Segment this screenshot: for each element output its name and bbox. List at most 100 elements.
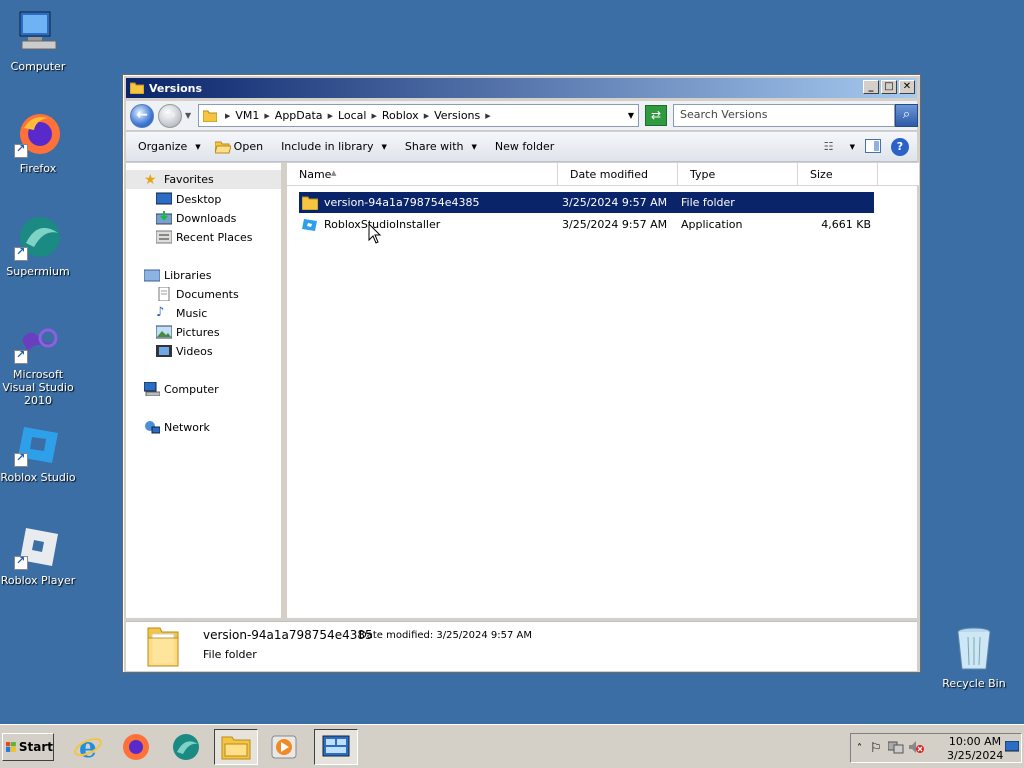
- start-button[interactable]: Start: [2, 733, 54, 761]
- nav-documents-label: Documents: [176, 287, 239, 301]
- computer-icon: [144, 382, 160, 396]
- help-icon[interactable]: ?: [891, 138, 909, 156]
- title-bar[interactable]: Versions _ □ ✕: [126, 78, 917, 98]
- taskbar-media-player[interactable]: [262, 729, 306, 765]
- network-icon[interactable]: [887, 740, 904, 757]
- desktop-icon-computer[interactable]: Computer: [0, 8, 78, 73]
- supermium-icon: [173, 734, 199, 760]
- file-row[interactable]: version-94a1a798754e4385 3/25/2024 9:57 …: [299, 192, 874, 213]
- column-header-name[interactable]: Name ▲: [287, 163, 558, 186]
- search-icon[interactable]: ⌕: [895, 104, 918, 127]
- organize-button[interactable]: Organize ▼: [138, 140, 201, 153]
- explorer-window: Versions _ □ ✕ ← → ▼ ▶ VM1 ▶ AppData ▶ L…: [122, 74, 921, 673]
- downloads-icon: [156, 211, 172, 225]
- chevron-right-icon[interactable]: ▶: [424, 112, 429, 120]
- address-bar[interactable]: ▶ VM1 ▶ AppData ▶ Local ▶ Roblox ▶ Versi…: [198, 104, 639, 127]
- chevron-right-icon[interactable]: ▶: [225, 112, 230, 120]
- show-hidden-icons-icon[interactable]: ˄: [857, 743, 862, 754]
- change-view-icon[interactable]: ☷: [824, 141, 840, 153]
- details-file-type: File folder: [203, 648, 257, 661]
- chevron-down-icon: ▼: [471, 142, 477, 151]
- nav-libraries[interactable]: Libraries: [144, 268, 212, 282]
- svg-text:e: e: [79, 732, 97, 762]
- taskbar-firefox[interactable]: [114, 729, 158, 765]
- breadcrumb-local[interactable]: Local: [338, 109, 367, 122]
- action-center-flag-icon[interactable]: ⚐: [870, 741, 882, 756]
- folder-icon: [203, 110, 217, 122]
- nav-network-label: Network: [164, 420, 210, 434]
- maximize-button[interactable]: □: [881, 80, 897, 94]
- nav-computer[interactable]: Computer: [144, 382, 219, 396]
- videos-icon: [156, 345, 172, 357]
- breadcrumb-roblox[interactable]: Roblox: [382, 109, 419, 122]
- nav-desktop[interactable]: Desktop: [156, 192, 221, 206]
- shortcut-arrow-icon: [14, 142, 28, 158]
- chevron-right-icon[interactable]: ▶: [264, 112, 269, 120]
- clock[interactable]: 10:00 AM 3/25/2024: [947, 735, 1003, 763]
- open-button[interactable]: Open: [214, 140, 263, 154]
- desktop-icon-label: Recycle Bin: [942, 677, 1006, 690]
- back-button[interactable]: ←: [130, 104, 154, 128]
- nav-downloads[interactable]: Downloads: [156, 211, 236, 225]
- chevron-down-icon[interactable]: ▼: [850, 143, 855, 151]
- file-name: RobloxStudioInstaller: [324, 218, 441, 231]
- address-history-dropdown[interactable]: ▼: [628, 111, 634, 120]
- taskbar-supermium[interactable]: [164, 729, 208, 765]
- chevron-right-icon[interactable]: ▶: [328, 112, 333, 120]
- new-folder-button[interactable]: New folder: [495, 140, 554, 153]
- desktop-icon-visual-studio[interactable]: Microsoft Visual Studio 2010: [0, 316, 78, 407]
- nav-pictures[interactable]: Pictures: [156, 325, 220, 339]
- taskbar-explorer[interactable]: [214, 729, 258, 765]
- desktop-icon-supermium[interactable]: Supermium: [0, 213, 78, 278]
- nav-favorites[interactable]: ★ Favorites: [126, 170, 281, 189]
- nav-network[interactable]: Network: [144, 420, 210, 434]
- volume-muted-icon[interactable]: [908, 740, 924, 757]
- window-title: Versions: [149, 81, 203, 95]
- details-pane: version-94a1a798754e4385 Date modified: …: [126, 621, 917, 671]
- close-button[interactable]: ✕: [899, 80, 915, 94]
- desktop-icon-roblox-studio[interactable]: Roblox Studio: [0, 419, 78, 484]
- firefox-icon: [123, 734, 149, 760]
- desktop-icon-roblox-player[interactable]: Roblox Player: [0, 522, 78, 587]
- breadcrumb-appdata[interactable]: AppData: [275, 109, 323, 122]
- nav-videos[interactable]: Videos: [156, 344, 213, 358]
- nav-music-label: Music: [176, 306, 208, 320]
- file-size: 4,661 KB: [821, 218, 871, 231]
- share-with-button[interactable]: Share with ▼: [405, 140, 477, 153]
- nav-recent-places[interactable]: Recent Places: [156, 230, 253, 244]
- folder-icon: [147, 627, 179, 667]
- desktop-icon-recycle-bin[interactable]: Recycle Bin: [934, 625, 1014, 690]
- shortcut-arrow-icon: [14, 451, 28, 467]
- music-icon: ♪: [156, 305, 165, 320]
- recycle-bin-icon: [950, 625, 998, 673]
- network-icon: [145, 421, 160, 434]
- column-headers: Name ▲ Date modified Type Size: [287, 163, 919, 186]
- minimize-button[interactable]: _: [863, 80, 879, 94]
- taskbar-internet-explorer[interactable]: e: [66, 729, 110, 765]
- pictures-icon: [156, 325, 172, 339]
- desktop-icon-label: Computer: [10, 60, 66, 73]
- refresh-button[interactable]: ⇄: [645, 105, 667, 126]
- column-header-type[interactable]: Type: [678, 163, 798, 186]
- preview-pane-icon[interactable]: [865, 138, 881, 156]
- column-header-date-modified[interactable]: Date modified: [558, 163, 678, 186]
- recent-pages-dropdown[interactable]: ▼: [185, 111, 191, 120]
- desktop-icon-firefox[interactable]: Firefox: [0, 110, 78, 175]
- desktop-icon: [156, 192, 172, 205]
- breadcrumb-versions[interactable]: Versions: [434, 109, 480, 122]
- nav-music[interactable]: ♪ Music: [156, 306, 207, 320]
- internet-explorer-icon: e: [74, 732, 102, 762]
- nav-documents[interactable]: Documents: [156, 287, 239, 301]
- chevron-down-icon: ▼: [195, 142, 201, 151]
- file-row[interactable]: RobloxStudioInstaller 3/25/2024 9:57 AM …: [299, 214, 874, 235]
- search-input[interactable]: Search Versions: [673, 104, 895, 127]
- show-desktop-icon[interactable]: [1004, 740, 1020, 756]
- server-manager-icon: [322, 735, 350, 757]
- forward-button[interactable]: →: [158, 104, 182, 128]
- chevron-right-icon[interactable]: ▶: [485, 112, 490, 120]
- chevron-right-icon[interactable]: ▶: [371, 112, 376, 120]
- include-in-library-button[interactable]: Include in library ▼: [281, 140, 387, 153]
- taskbar-server-manager[interactable]: [314, 729, 358, 765]
- column-header-size[interactable]: Size: [798, 163, 878, 186]
- breadcrumb-vm1[interactable]: VM1: [235, 109, 259, 122]
